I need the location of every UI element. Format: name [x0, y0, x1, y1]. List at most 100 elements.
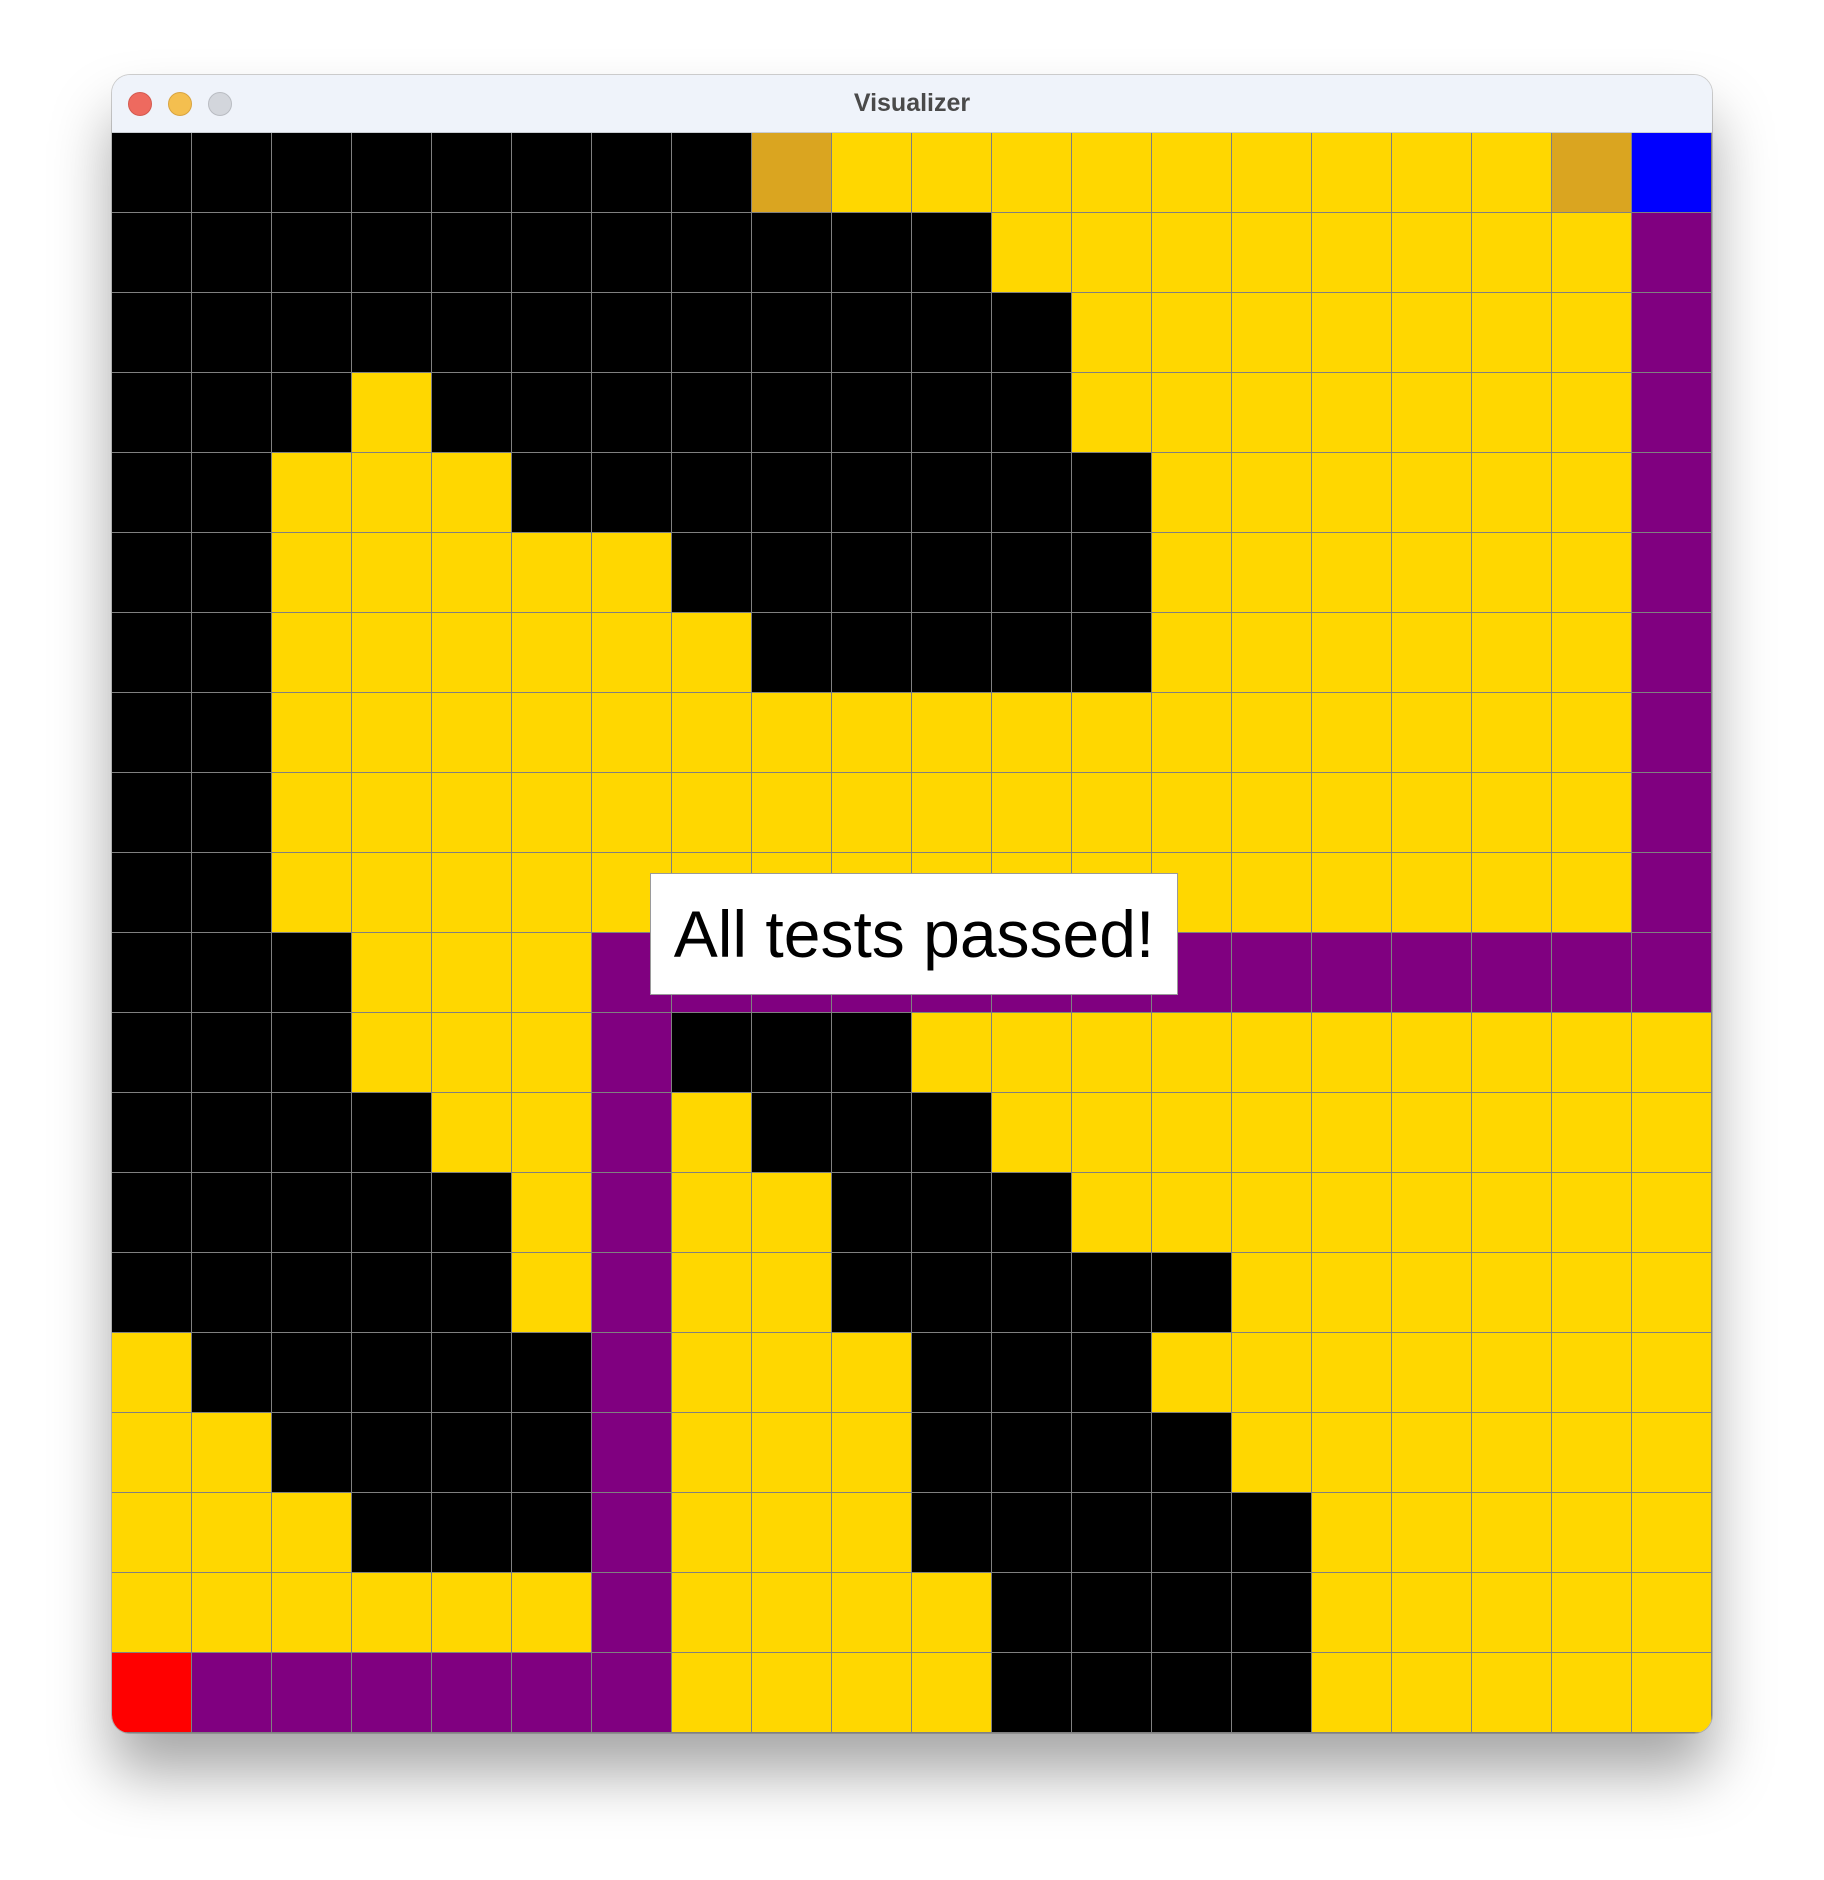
open-cell — [272, 693, 352, 773]
wall-cell — [272, 1253, 352, 1333]
path-cell — [592, 1013, 672, 1093]
wall-cell — [432, 1413, 512, 1493]
open-cell — [1072, 293, 1152, 373]
open-cell — [432, 1573, 512, 1653]
wall-cell — [752, 213, 832, 293]
open-cell — [672, 613, 752, 693]
open-cell — [752, 1173, 832, 1253]
open-cell — [512, 613, 592, 693]
open-cell — [512, 1013, 592, 1093]
open-cell — [912, 1573, 992, 1653]
open-cell — [1392, 1493, 1472, 1573]
wall-cell — [112, 773, 192, 853]
open-cell — [1392, 1653, 1472, 1733]
open-cell — [1392, 1173, 1472, 1253]
open-cell — [352, 693, 432, 773]
open-cell — [1552, 693, 1632, 773]
wall-cell — [912, 613, 992, 693]
open-cell — [1312, 693, 1392, 773]
wall-cell — [592, 453, 672, 533]
wall-cell — [112, 1093, 192, 1173]
path-cell — [592, 1093, 672, 1173]
open-cell — [272, 853, 352, 933]
wall-cell — [752, 453, 832, 533]
wall-cell — [1072, 613, 1152, 693]
open-cell — [1232, 533, 1312, 613]
path-cell — [1552, 933, 1632, 1013]
wall-cell — [992, 453, 1072, 533]
open-cell — [192, 1413, 272, 1493]
open-cell — [1312, 1653, 1392, 1733]
path-cell — [1632, 533, 1712, 613]
wall-cell — [512, 1333, 592, 1413]
open-cell — [432, 773, 512, 853]
path-cell — [592, 1333, 672, 1413]
open-cell — [352, 373, 432, 453]
open-cell — [1232, 1093, 1312, 1173]
visualizer-window: Visualizer All tests passed! — [112, 75, 1712, 1733]
open-cell — [1392, 1013, 1472, 1093]
open-cell — [272, 533, 352, 613]
open-cell — [192, 1493, 272, 1573]
open-cell — [1472, 853, 1552, 933]
wall-cell — [112, 453, 192, 533]
open-cell — [1632, 1653, 1712, 1733]
open-cell — [1232, 853, 1312, 933]
path-cell — [1632, 773, 1712, 853]
open-cell — [1232, 773, 1312, 853]
wall-cell — [352, 1253, 432, 1333]
wall-cell — [672, 533, 752, 613]
wall-cell — [192, 1173, 272, 1253]
open-cell — [1392, 133, 1472, 213]
wall-cell — [272, 1333, 352, 1413]
open-cell — [1072, 693, 1152, 773]
open-cell — [992, 133, 1072, 213]
open-cell — [1472, 133, 1552, 213]
open-cell — [112, 1413, 192, 1493]
open-cell — [1632, 1573, 1712, 1653]
start-cell — [112, 1653, 192, 1733]
open-cell — [1232, 1173, 1312, 1253]
wall-cell — [912, 373, 992, 453]
wall-cell — [912, 1493, 992, 1573]
wall-cell — [832, 533, 912, 613]
open-cell — [272, 453, 352, 533]
wall-cell — [192, 1253, 272, 1333]
open-cell — [1312, 213, 1392, 293]
title-bar[interactable]: Visualizer — [112, 75, 1712, 133]
wall-cell — [192, 373, 272, 453]
path-cell — [1632, 293, 1712, 373]
open-cell — [352, 933, 432, 1013]
open-cell — [832, 773, 912, 853]
path-cell — [592, 1653, 672, 1733]
open-cell — [1472, 213, 1552, 293]
open-cell — [1552, 1013, 1632, 1093]
open-cell — [1312, 1093, 1392, 1173]
path-cell — [1392, 933, 1472, 1013]
open-cell — [1472, 453, 1552, 533]
wall-cell — [192, 133, 272, 213]
open-cell — [1552, 213, 1632, 293]
wall-cell — [832, 373, 912, 453]
path-cell — [1632, 373, 1712, 453]
wall-cell — [672, 133, 752, 213]
wall-cell — [352, 1493, 432, 1573]
open-cell — [1632, 1333, 1712, 1413]
open-cell — [1312, 373, 1392, 453]
wall-cell — [432, 133, 512, 213]
wall-cell — [112, 933, 192, 1013]
open-cell — [352, 533, 432, 613]
open-cell — [1152, 1173, 1232, 1253]
wall-cell — [192, 1333, 272, 1413]
open-cell — [1552, 1573, 1632, 1653]
open-cell — [112, 1333, 192, 1413]
wall-cell — [992, 373, 1072, 453]
open-cell — [1392, 613, 1472, 693]
wall-cell — [512, 213, 592, 293]
open-cell — [1392, 293, 1472, 373]
wall-cell — [112, 293, 192, 373]
open-cell — [752, 1573, 832, 1653]
open-cell — [1632, 1093, 1712, 1173]
open-cell — [1312, 533, 1392, 613]
open-cell — [512, 533, 592, 613]
